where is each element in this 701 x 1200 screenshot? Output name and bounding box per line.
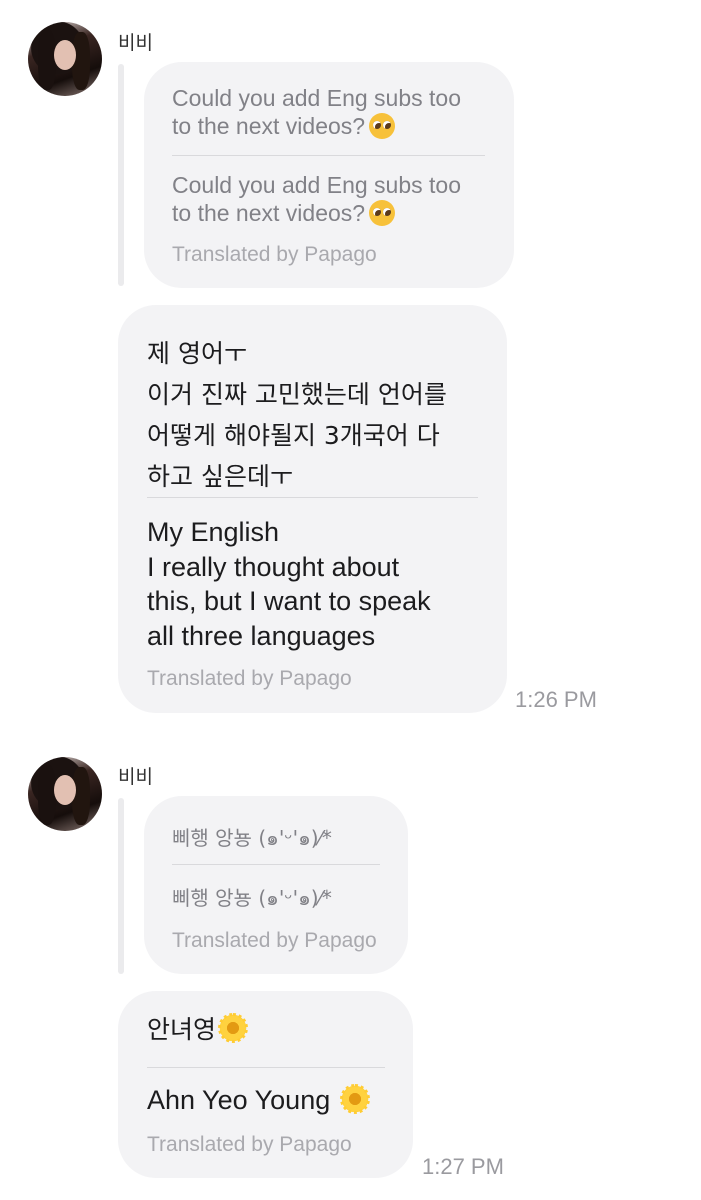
translated-by-label: Translated by Papago xyxy=(147,1133,352,1156)
message-bubble[interactable]: 제 영어ㅜ 이거 진짜 고민했는데 언어를 어떻게 해야될지 3개국어 다 하고… xyxy=(118,305,507,713)
divider xyxy=(172,155,485,156)
message-original-text: 제 영어ㅜ 이거 진짜 고민했는데 언어를 어떻게 해야될지 3개국어 다 하고… xyxy=(147,339,447,491)
avatar[interactable] xyxy=(28,22,102,96)
sender-name: 비비 xyxy=(118,766,153,788)
quoted-message-bubble[interactable]: Could you add Eng subs too to the next v… xyxy=(144,62,514,288)
divider xyxy=(172,864,380,865)
timestamp: 1:27 PM xyxy=(422,1154,504,1179)
quoted-translated-text: 삐행 앙뇽 (๑'ᵕ'๑)⁄* xyxy=(172,886,332,910)
quote-bar xyxy=(118,798,124,974)
quoted-message-bubble[interactable]: 삐행 앙뇽 (๑'ᵕ'๑)⁄* 삐행 앙뇽 (๑'ᵕ'๑)⁄* Translat… xyxy=(144,796,408,974)
pleading-face-icon xyxy=(369,200,396,226)
blossom-icon xyxy=(339,1084,370,1114)
avatar[interactable] xyxy=(28,757,102,831)
message-translated-text: My English I really thought about this, … xyxy=(147,517,431,651)
pleading-face-icon xyxy=(369,113,396,139)
translated-by-label: Translated by Papago xyxy=(172,929,377,952)
sender-name: 비비 xyxy=(118,32,153,54)
quote-bar xyxy=(118,64,124,286)
message-translated-text: Ahn Yeo Young xyxy=(147,1083,370,1118)
translated-by-label: Translated by Papago xyxy=(172,243,377,266)
translated-by-label: Translated by Papago xyxy=(147,667,352,690)
divider xyxy=(147,1067,385,1068)
divider xyxy=(147,497,478,498)
quoted-original-text: Could you add Eng subs too to the next v… xyxy=(172,85,461,139)
timestamp: 1:26 PM xyxy=(515,687,597,712)
quoted-original-text: 삐행 앙뇽 (๑'ᵕ'๑)⁄* xyxy=(172,826,332,850)
message-bubble[interactable]: 안녀영 Ahn Yeo Young Translated by Papago xyxy=(118,991,413,1178)
quoted-translated-text: Could you add Eng subs too to the next v… xyxy=(172,172,461,226)
blossom-icon xyxy=(218,1013,249,1043)
message-original-text: 안녀영 xyxy=(147,1013,249,1048)
